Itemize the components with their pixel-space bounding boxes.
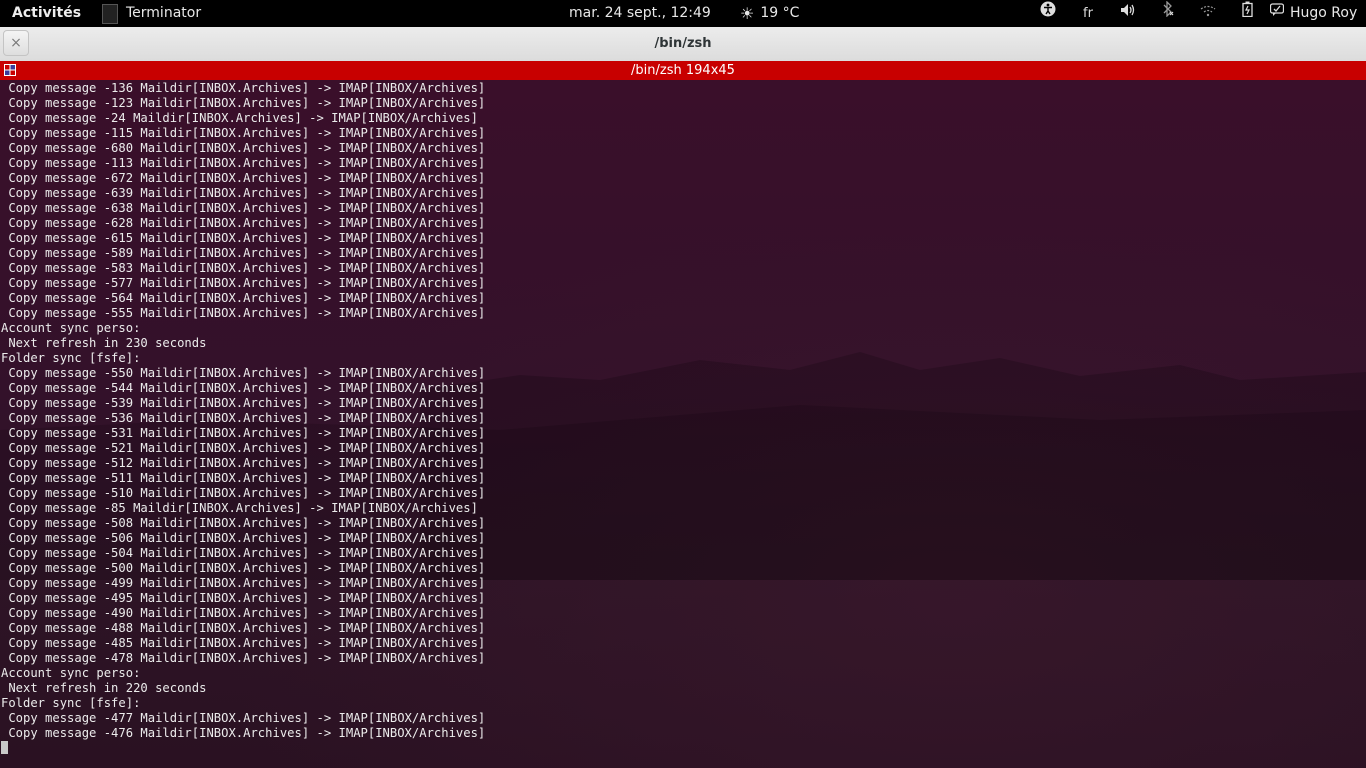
terminal-line: Copy message -136 Maildir[INBOX.Archives… — [1, 81, 486, 95]
terminal-line: Copy message -488 Maildir[INBOX.Archives… — [1, 621, 486, 635]
terminal-line: Copy message -508 Maildir[INBOX.Archives… — [1, 516, 486, 530]
terminator-grid-icon[interactable] — [4, 64, 16, 76]
app-menu[interactable]: Terminator — [102, 0, 201, 27]
terminal-titlebar[interactable]: /bin/zsh 194x45 — [0, 61, 1366, 80]
keyboard-layout-indicator[interactable]: fr — [1068, 0, 1108, 27]
terminal-line: Copy message -477 Maildir[INBOX.Archives… — [1, 711, 486, 725]
volume-icon[interactable] — [1108, 0, 1148, 27]
terminal-lines: Copy message -136 Maildir[INBOX.Archives… — [1, 81, 485, 756]
terminal-line: Account sync perso: — [1, 666, 141, 680]
network-icon[interactable] — [1188, 0, 1228, 27]
terminal-cursor — [1, 741, 8, 754]
accessibility-icon[interactable] — [1028, 0, 1068, 27]
sun-icon: ☀ — [740, 4, 755, 23]
status-area: fr — [1028, 0, 1268, 27]
bluetooth-icon[interactable] — [1148, 0, 1188, 27]
top-panel: Activités Terminator mar. 24 sept., 12:4… — [0, 0, 1366, 27]
terminal-line: Copy message -123 Maildir[INBOX.Archives… — [1, 96, 486, 110]
weather-indicator[interactable]: ☀ 19 °C — [740, 0, 799, 27]
terminal-line: Copy message -476 Maildir[INBOX.Archives… — [1, 726, 486, 740]
terminal-line: Copy message -521 Maildir[INBOX.Archives… — [1, 441, 486, 455]
window-titlebar[interactable]: /bin/zsh × — [0, 27, 1366, 62]
terminal-line: Copy message -512 Maildir[INBOX.Archives… — [1, 456, 486, 470]
terminal-line: Copy message -500 Maildir[INBOX.Archives… — [1, 561, 486, 575]
terminal-line: Copy message -85 Maildir[INBOX.Archives]… — [1, 501, 478, 515]
terminal-line: Copy message -589 Maildir[INBOX.Archives… — [1, 246, 486, 260]
battery-icon[interactable] — [1228, 0, 1268, 27]
terminal-line: Folder sync [fsfe]: — [1, 696, 141, 710]
terminal-line: Copy message -499 Maildir[INBOX.Archives… — [1, 576, 486, 590]
terminal-line: Copy message -531 Maildir[INBOX.Archives… — [1, 426, 486, 440]
terminal-line: Copy message -536 Maildir[INBOX.Archives… — [1, 411, 486, 425]
terminal-line: Copy message -564 Maildir[INBOX.Archives… — [1, 291, 486, 305]
window-title: /bin/zsh — [654, 36, 712, 51]
app-menu-label: Terminator — [126, 5, 202, 21]
terminal-line: Copy message -506 Maildir[INBOX.Archives… — [1, 531, 486, 545]
terminal-line: Copy message -490 Maildir[INBOX.Archives… — [1, 606, 486, 620]
clock[interactable]: mar. 24 sept., 12:49 — [569, 0, 711, 27]
weather-temperature: 19 °C — [760, 5, 800, 21]
user-icon — [1269, 0, 1285, 27]
terminal-line: Copy message -24 Maildir[INBOX.Archives]… — [1, 111, 478, 125]
terminal-line: Copy message -485 Maildir[INBOX.Archives… — [1, 636, 486, 650]
terminal-line: Copy message -504 Maildir[INBOX.Archives… — [1, 546, 486, 560]
terminal-line: Next refresh in 220 seconds — [1, 681, 207, 695]
user-menu[interactable]: Hugo Roy — [1269, 0, 1358, 27]
terminal-line: Copy message -115 Maildir[INBOX.Archives… — [1, 126, 486, 140]
close-icon: × — [10, 35, 22, 51]
terminal-line: Account sync perso: — [1, 321, 141, 335]
terminal-line: Copy message -511 Maildir[INBOX.Archives… — [1, 471, 486, 485]
terminal-line: Copy message -639 Maildir[INBOX.Archives… — [1, 186, 486, 200]
terminal-line: Copy message -638 Maildir[INBOX.Archives… — [1, 201, 486, 215]
terminal-line: Folder sync [fsfe]: — [1, 351, 141, 365]
prompt-line[interactable] — [1, 741, 485, 756]
terminal-line: Copy message -113 Maildir[INBOX.Archives… — [1, 156, 486, 170]
terminal-line: Copy message -555 Maildir[INBOX.Archives… — [1, 306, 486, 320]
terminal-line: Copy message -539 Maildir[INBOX.Archives… — [1, 396, 486, 410]
terminal-line: Copy message -615 Maildir[INBOX.Archives… — [1, 231, 486, 245]
terminal-line: Copy message -510 Maildir[INBOX.Archives… — [1, 486, 486, 500]
terminal-line: Copy message -550 Maildir[INBOX.Archives… — [1, 366, 486, 380]
close-button[interactable]: × — [3, 30, 29, 56]
terminal-line: Copy message -583 Maildir[INBOX.Archives… — [1, 261, 486, 275]
terminal-line: Copy message -478 Maildir[INBOX.Archives… — [1, 651, 486, 665]
terminal-line: Copy message -628 Maildir[INBOX.Archives… — [1, 216, 486, 230]
terminal-output[interactable]: Copy message -136 Maildir[INBOX.Archives… — [0, 80, 1366, 768]
terminator-app-icon — [102, 3, 118, 24]
terminal-line: Copy message -495 Maildir[INBOX.Archives… — [1, 591, 486, 605]
terminal-line: Copy message -672 Maildir[INBOX.Archives… — [1, 171, 486, 185]
terminal-line: Next refresh in 230 seconds — [1, 336, 207, 350]
terminal-line: Copy message -577 Maildir[INBOX.Archives… — [1, 276, 486, 290]
terminal-line: Copy message -680 Maildir[INBOX.Archives… — [1, 141, 486, 155]
terminal-title: /bin/zsh 194x45 — [631, 63, 735, 78]
activities-button[interactable]: Activités — [12, 0, 81, 27]
user-name: Hugo Roy — [1290, 5, 1358, 21]
terminal-line: Copy message -544 Maildir[INBOX.Archives… — [1, 381, 486, 395]
